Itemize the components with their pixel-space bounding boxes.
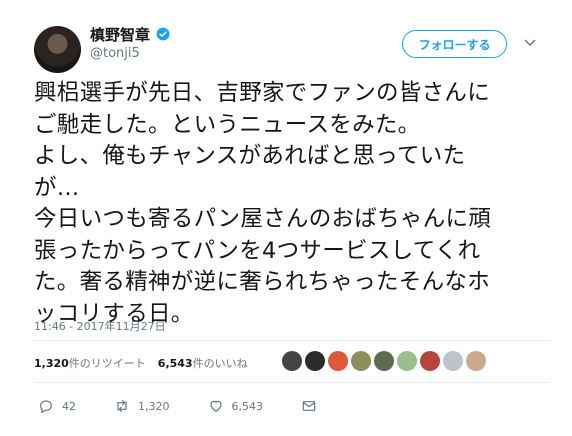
reply-icon bbox=[40, 400, 52, 413]
like-button[interactable]: 6,543 bbox=[208, 398, 264, 414]
tweet-line: た。奢る精神が逆に奢られちゃったそんなホ bbox=[34, 269, 491, 295]
divider bbox=[34, 340, 550, 341]
display-name[interactable]: 槙野智章 bbox=[90, 24, 150, 45]
liker-avatar[interactable] bbox=[443, 351, 463, 371]
retweet-icon bbox=[117, 400, 127, 412]
liker-avatar[interactable] bbox=[397, 351, 417, 371]
liker-avatar[interactable] bbox=[420, 351, 440, 371]
tweet-text: 興梠選手が先日、吉野家でファンの皆さんに ご馳走した。というニュースをみた。 よ… bbox=[34, 78, 554, 330]
liker-avatars bbox=[282, 351, 486, 371]
tweet-line: 今日いつも寄るパン屋さんのおばちゃんに頑 bbox=[34, 206, 492, 232]
liker-avatar[interactable] bbox=[466, 351, 486, 371]
retweet-button[interactable]: 1,320 bbox=[114, 398, 170, 414]
liker-avatar[interactable] bbox=[328, 351, 348, 371]
tweet-stats: 1,320件のリツイート 6,543件のいいね bbox=[34, 355, 248, 371]
likes-label: 件のいいね bbox=[192, 357, 248, 370]
tweet-line: 張ったからってパンを4つサービスしてくれ bbox=[34, 237, 481, 264]
likes-count: 6,543 bbox=[157, 357, 193, 370]
tweet-line: ご馳走した。というニュースをみた。 bbox=[34, 111, 421, 138]
follow-button[interactable]: フォローする bbox=[402, 30, 507, 58]
user-handle[interactable]: @tonji5 bbox=[90, 46, 140, 61]
heart-icon bbox=[209, 400, 222, 412]
divider bbox=[34, 382, 550, 383]
reply-button[interactable]: 42 bbox=[38, 398, 76, 414]
liker-avatar[interactable] bbox=[351, 351, 371, 371]
direct-message-button[interactable] bbox=[301, 398, 317, 414]
liker-avatar[interactable] bbox=[305, 351, 325, 371]
retweets-count: 1,320 bbox=[34, 357, 69, 370]
retweets-stat[interactable]: 1,320件のリツイート bbox=[34, 355, 146, 371]
verified-badge-icon bbox=[156, 27, 170, 41]
likes-stat[interactable]: 6,543件のいいね bbox=[158, 355, 248, 371]
liker-avatar[interactable] bbox=[282, 351, 302, 371]
retweet-count: 1,320 bbox=[138, 399, 170, 413]
tweet-line: 興梠選手が先日、吉野家でファンの皆さんに bbox=[34, 80, 491, 106]
tweet-line: が… bbox=[34, 174, 80, 201]
chevron-down-icon[interactable] bbox=[524, 38, 536, 48]
tweet-actions: 42 1,320 6,543 bbox=[38, 398, 355, 414]
liker-avatar[interactable] bbox=[374, 351, 394, 371]
tweet-timestamp[interactable]: 11:46 - 2017年11月27日 bbox=[34, 318, 166, 334]
user-avatar[interactable] bbox=[34, 26, 81, 73]
retweets-label: 件のリツイート bbox=[68, 357, 146, 370]
like-count: 6,543 bbox=[231, 399, 264, 413]
reply-count: 42 bbox=[62, 399, 76, 413]
tweet-line: よし、俺もチャンスがあればと思っていた bbox=[34, 143, 466, 169]
envelope-icon bbox=[302, 401, 316, 411]
